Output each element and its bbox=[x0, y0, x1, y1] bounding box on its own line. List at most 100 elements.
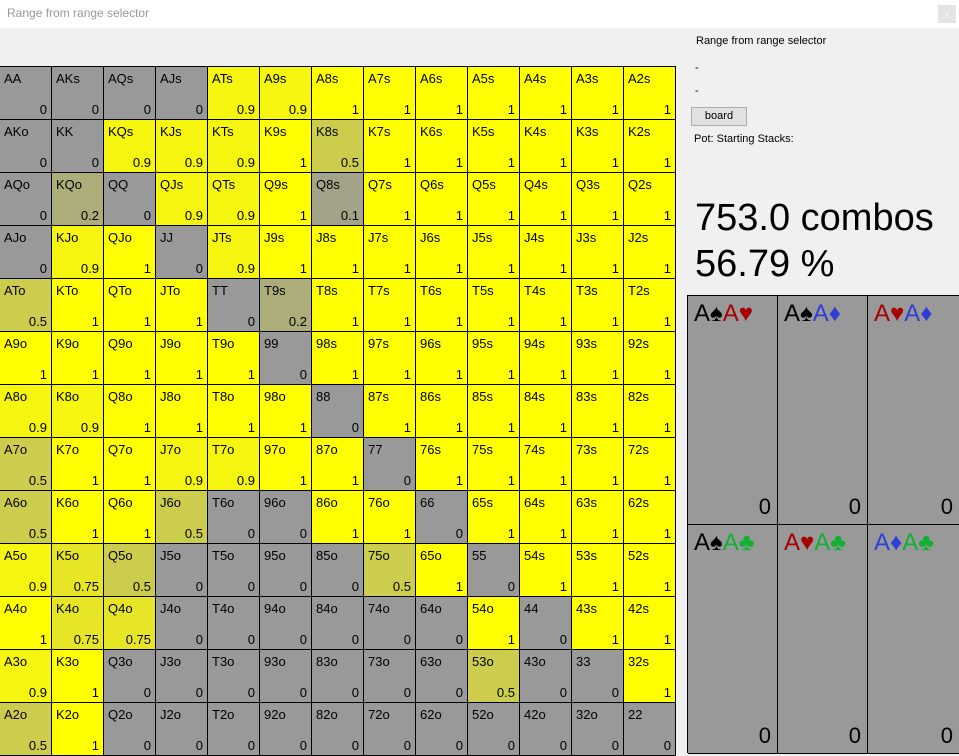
hand-cell-82s[interactable]: 82s 1 bbox=[624, 385, 676, 438]
board-button[interactable]: board bbox=[691, 107, 747, 126]
hand-cell-K6o[interactable]: K6o 1 bbox=[52, 491, 104, 544]
hand-cell-K9o[interactable]: K9o 1 bbox=[52, 332, 104, 385]
hand-cell-76o[interactable]: 76o 1 bbox=[364, 491, 416, 544]
hand-cell-95o[interactable]: 95o 0 bbox=[260, 544, 312, 597]
hand-cell-ATo[interactable]: ATo 0.5 bbox=[0, 279, 52, 332]
hand-cell-75o[interactable]: 75o 0.5 bbox=[364, 544, 416, 597]
hand-cell-J7o[interactable]: J7o 0.9 bbox=[156, 438, 208, 491]
hand-cell-T8s[interactable]: T8s 1 bbox=[312, 279, 364, 332]
hand-cell-AKo[interactable]: AKo 0 bbox=[0, 120, 52, 173]
hand-cell-Q4s[interactable]: Q4s 1 bbox=[520, 173, 572, 226]
hand-cell-K2s[interactable]: K2s 1 bbox=[624, 120, 676, 173]
hand-cell-K4o[interactable]: K4o 0.75 bbox=[52, 597, 104, 650]
hand-cell-K9s[interactable]: K9s 1 bbox=[260, 120, 312, 173]
hand-cell-Q2s[interactable]: Q2s 1 bbox=[624, 173, 676, 226]
hand-cell-T8o[interactable]: T8o 1 bbox=[208, 385, 260, 438]
hand-cell-Q7s[interactable]: Q7s 1 bbox=[364, 173, 416, 226]
hand-cell-85o[interactable]: 85o 0 bbox=[312, 544, 364, 597]
hand-cell-97o[interactable]: 97o 1 bbox=[260, 438, 312, 491]
hand-cell-76s[interactable]: 76s 1 bbox=[416, 438, 468, 491]
hand-cell-T5s[interactable]: T5s 1 bbox=[468, 279, 520, 332]
hand-cell-A8s[interactable]: A8s 1 bbox=[312, 67, 364, 120]
hand-cell-AKs[interactable]: AKs 0 bbox=[52, 67, 104, 120]
hand-cell-T4s[interactable]: T4s 1 bbox=[520, 279, 572, 332]
hand-cell-T3o[interactable]: T3o 0 bbox=[208, 650, 260, 703]
hand-cell-A9o[interactable]: A9o 1 bbox=[0, 332, 52, 385]
hand-cell-A6o[interactable]: A6o 0.5 bbox=[0, 491, 52, 544]
hand-cell-Q9s[interactable]: Q9s 1 bbox=[260, 173, 312, 226]
hand-cell-QTo[interactable]: QTo 1 bbox=[104, 279, 156, 332]
hand-cell-Q5o[interactable]: Q5o 0.5 bbox=[104, 544, 156, 597]
hand-cell-74s[interactable]: 74s 1 bbox=[520, 438, 572, 491]
hand-cell-92s[interactable]: 92s 1 bbox=[624, 332, 676, 385]
hand-cell-J9s[interactable]: J9s 1 bbox=[260, 226, 312, 279]
hand-cell-97s[interactable]: 97s 1 bbox=[364, 332, 416, 385]
hand-cell-84s[interactable]: 84s 1 bbox=[520, 385, 572, 438]
hand-cell-63o[interactable]: 63o 0 bbox=[416, 650, 468, 703]
hand-cell-T7o[interactable]: T7o 0.9 bbox=[208, 438, 260, 491]
hand-cell-75s[interactable]: 75s 1 bbox=[468, 438, 520, 491]
hand-cell-J8o[interactable]: J8o 1 bbox=[156, 385, 208, 438]
hand-cell-QJs[interactable]: QJs 0.9 bbox=[156, 173, 208, 226]
hand-cell-ATs[interactable]: ATs 0.9 bbox=[208, 67, 260, 120]
combo-cell[interactable]: A♠A♦ 0 bbox=[778, 296, 868, 525]
hand-cell-42o[interactable]: 42o 0 bbox=[520, 703, 572, 756]
hand-cell-K5o[interactable]: K5o 0.75 bbox=[52, 544, 104, 597]
hand-cell-JTs[interactable]: JTs 0.9 bbox=[208, 226, 260, 279]
hand-cell-87s[interactable]: 87s 1 bbox=[364, 385, 416, 438]
hand-cell-Q7o[interactable]: Q7o 1 bbox=[104, 438, 156, 491]
hand-cell-62s[interactable]: 62s 1 bbox=[624, 491, 676, 544]
hand-cell-T3s[interactable]: T3s 1 bbox=[572, 279, 624, 332]
hand-cell-A5o[interactable]: A5o 0.9 bbox=[0, 544, 52, 597]
hand-cell-Q2o[interactable]: Q2o 0 bbox=[104, 703, 156, 756]
hand-cell-93s[interactable]: 93s 1 bbox=[572, 332, 624, 385]
hand-cell-A8o[interactable]: A8o 0.9 bbox=[0, 385, 52, 438]
hand-cell-92o[interactable]: 92o 0 bbox=[260, 703, 312, 756]
hand-cell-AA[interactable]: AA 0 bbox=[0, 67, 52, 120]
hand-cell-98o[interactable]: 98o 1 bbox=[260, 385, 312, 438]
hand-cell-63s[interactable]: 63s 1 bbox=[572, 491, 624, 544]
hand-cell-KK[interactable]: KK 0 bbox=[52, 120, 104, 173]
hand-cell-Q5s[interactable]: Q5s 1 bbox=[468, 173, 520, 226]
hand-cell-T4o[interactable]: T4o 0 bbox=[208, 597, 260, 650]
hand-cell-A9s[interactable]: A9s 0.9 bbox=[260, 67, 312, 120]
hand-cell-Q6s[interactable]: Q6s 1 bbox=[416, 173, 468, 226]
hand-cell-J4s[interactable]: J4s 1 bbox=[520, 226, 572, 279]
combo-cell[interactable]: A♥A♣ 0 bbox=[778, 525, 868, 754]
hand-cell-66[interactable]: 66 0 bbox=[416, 491, 468, 544]
hand-cell-K3o[interactable]: K3o 1 bbox=[52, 650, 104, 703]
hand-cell-42s[interactable]: 42s 1 bbox=[624, 597, 676, 650]
hand-cell-QQ[interactable]: QQ 0 bbox=[104, 173, 156, 226]
hand-cell-32o[interactable]: 32o 0 bbox=[572, 703, 624, 756]
hand-cell-T5o[interactable]: T5o 0 bbox=[208, 544, 260, 597]
hand-cell-54o[interactable]: 54o 1 bbox=[468, 597, 520, 650]
hand-cell-73o[interactable]: 73o 0 bbox=[364, 650, 416, 703]
hand-cell-A4o[interactable]: A4o 1 bbox=[0, 597, 52, 650]
hand-cell-AJo[interactable]: AJo 0 bbox=[0, 226, 52, 279]
hand-cell-52o[interactable]: 52o 0 bbox=[468, 703, 520, 756]
hand-cell-T6o[interactable]: T6o 0 bbox=[208, 491, 260, 544]
hand-cell-AQo[interactable]: AQo 0 bbox=[0, 173, 52, 226]
hand-cell-98s[interactable]: 98s 1 bbox=[312, 332, 364, 385]
hand-cell-Q3o[interactable]: Q3o 0 bbox=[104, 650, 156, 703]
combo-cell[interactable]: A♦A♣ 0 bbox=[868, 525, 959, 754]
hand-cell-96s[interactable]: 96s 1 bbox=[416, 332, 468, 385]
hand-cell-83s[interactable]: 83s 1 bbox=[572, 385, 624, 438]
hand-cell-A2o[interactable]: A2o 0.5 bbox=[0, 703, 52, 756]
hand-cell-T9s[interactable]: T9s 0.2 bbox=[260, 279, 312, 332]
hand-cell-KQo[interactable]: KQo 0.2 bbox=[52, 173, 104, 226]
hand-cell-86s[interactable]: 86s 1 bbox=[416, 385, 468, 438]
hand-cell-A3o[interactable]: A3o 0.9 bbox=[0, 650, 52, 703]
hand-cell-22[interactable]: 22 0 bbox=[624, 703, 676, 756]
hand-cell-33[interactable]: 33 0 bbox=[572, 650, 624, 703]
hand-cell-T7s[interactable]: T7s 1 bbox=[364, 279, 416, 332]
hand-cell-J2s[interactable]: J2s 1 bbox=[624, 226, 676, 279]
hand-cell-A4s[interactable]: A4s 1 bbox=[520, 67, 572, 120]
hand-cell-KTo[interactable]: KTo 1 bbox=[52, 279, 104, 332]
hand-cell-Q9o[interactable]: Q9o 1 bbox=[104, 332, 156, 385]
hand-cell-K3s[interactable]: K3s 1 bbox=[572, 120, 624, 173]
hand-cell-K7o[interactable]: K7o 1 bbox=[52, 438, 104, 491]
hand-cell-Q4o[interactable]: Q4o 0.75 bbox=[104, 597, 156, 650]
hand-cell-J3o[interactable]: J3o 0 bbox=[156, 650, 208, 703]
hand-cell-32s[interactable]: 32s 1 bbox=[624, 650, 676, 703]
